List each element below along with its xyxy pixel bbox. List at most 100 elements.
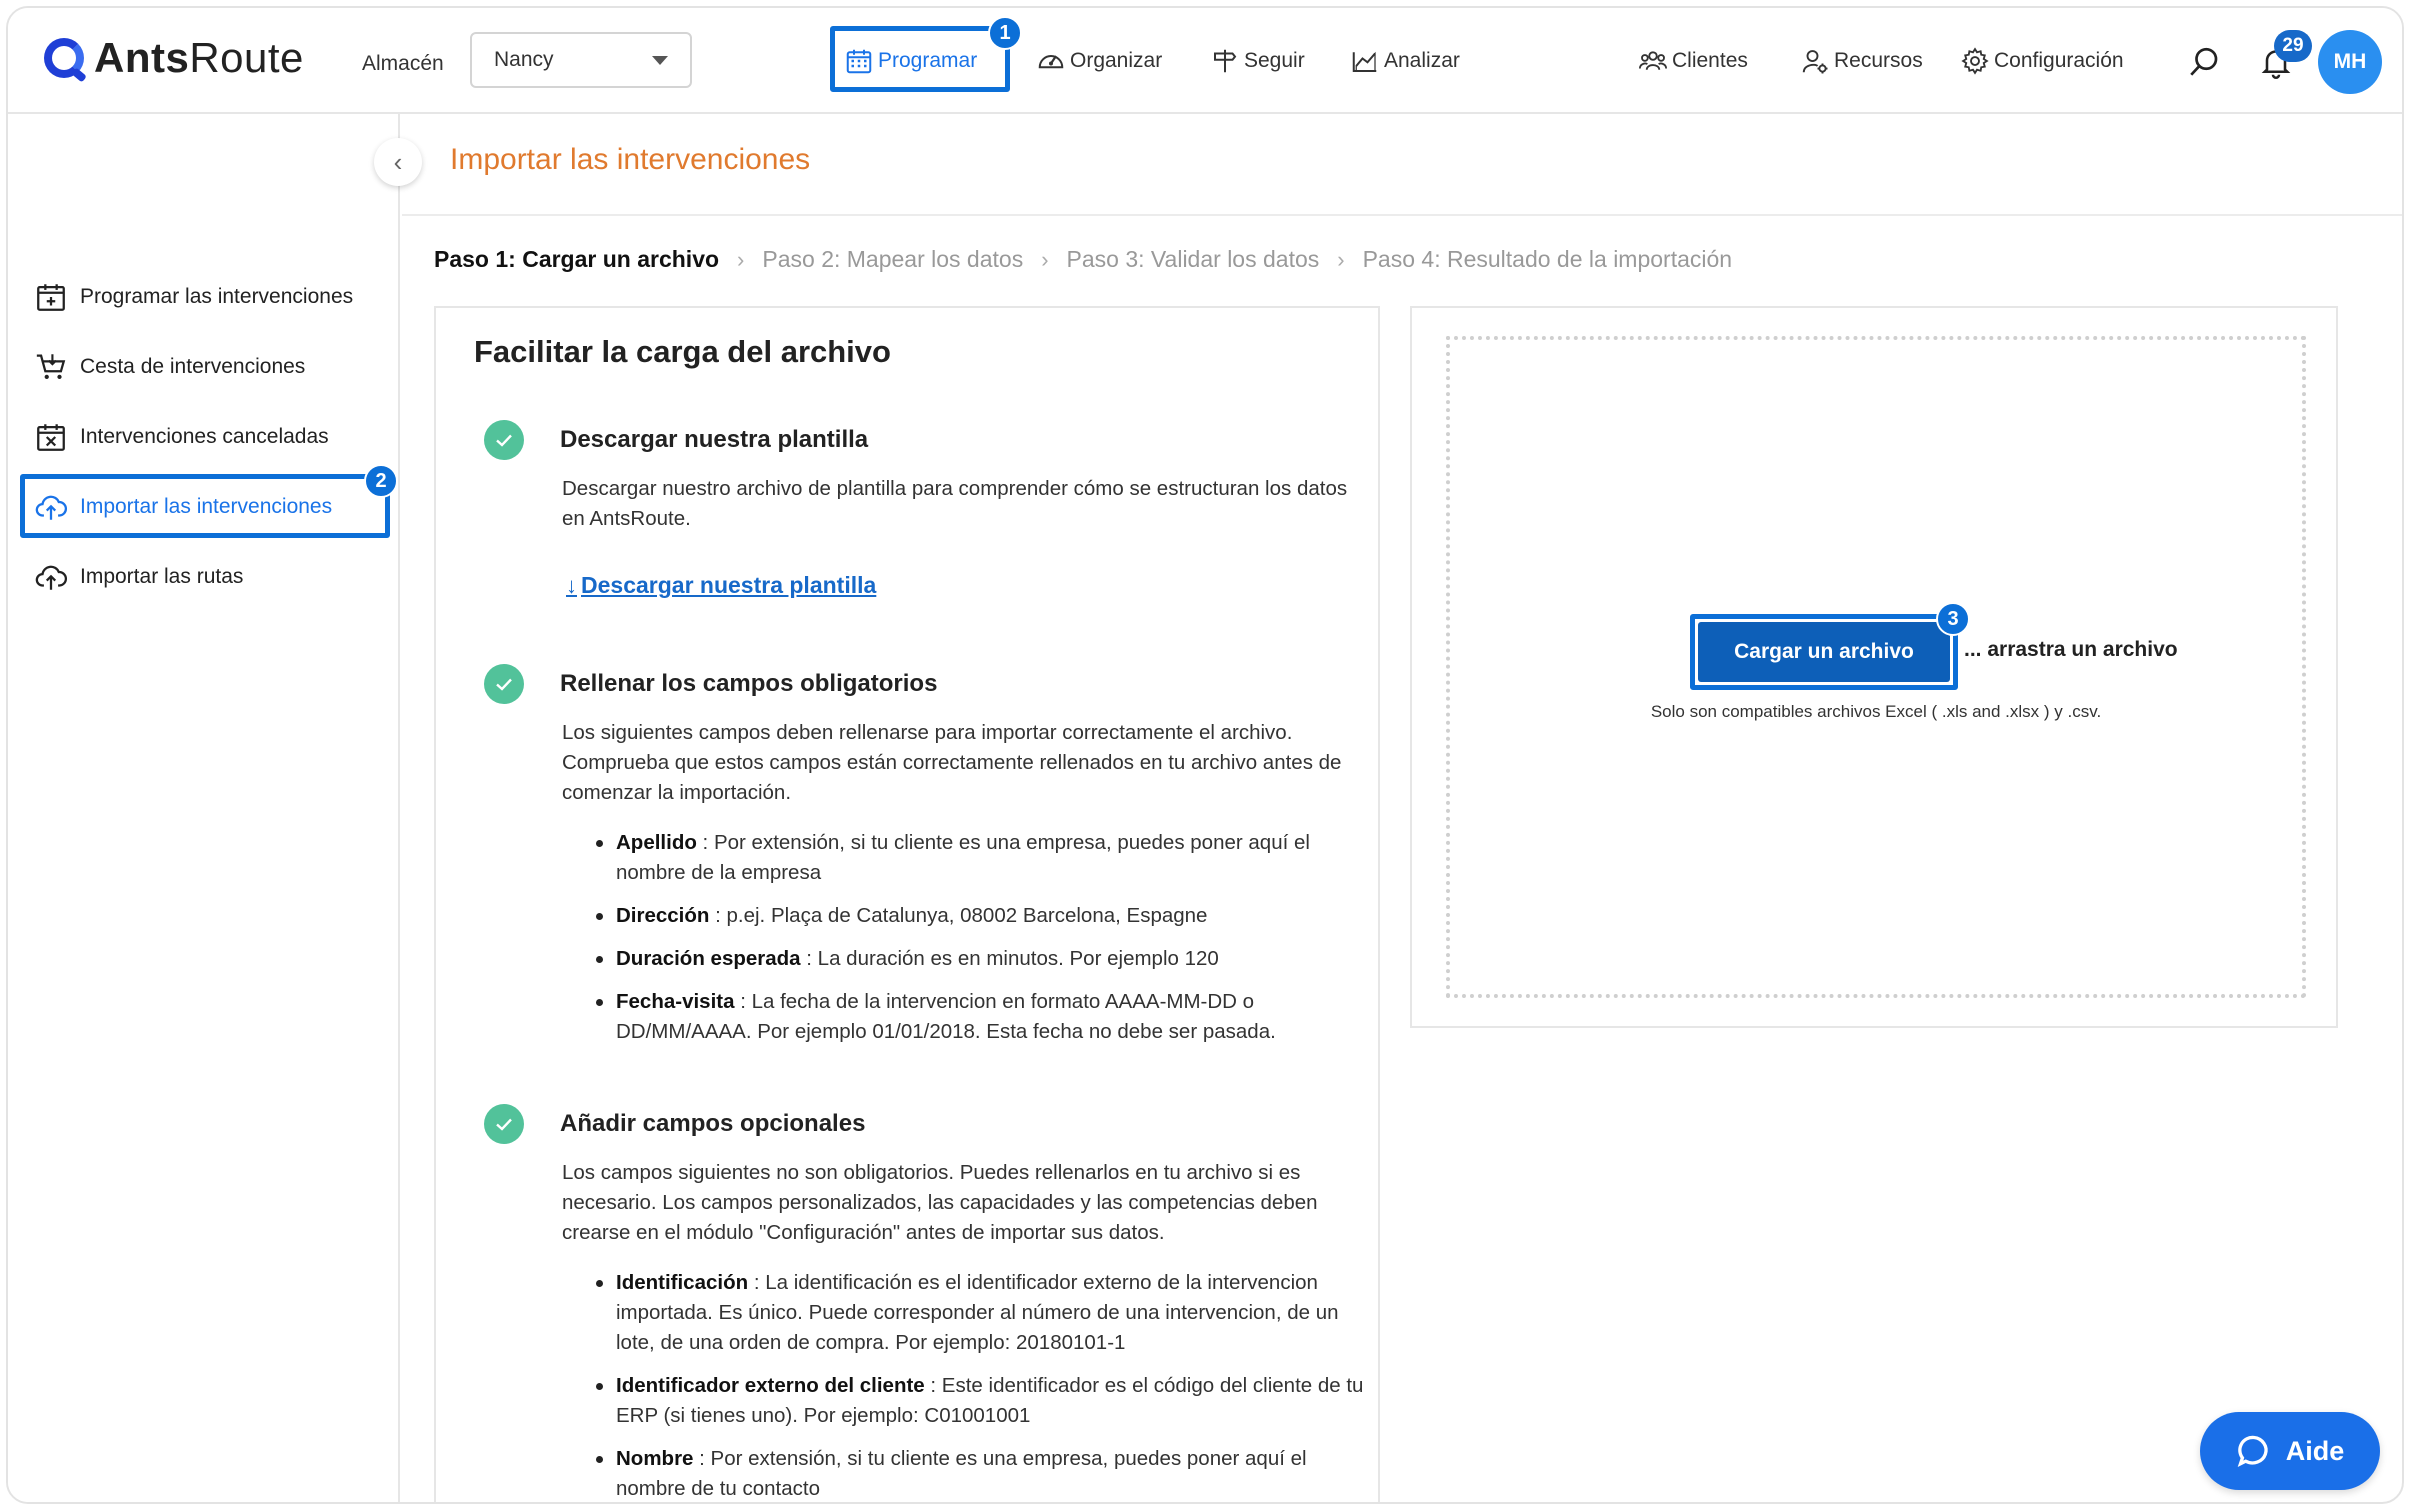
chevron-down-icon: [652, 55, 668, 65]
list-item: Identificación : La identificación es el…: [596, 1268, 1371, 1358]
speedometer-icon: [1038, 55, 1064, 69]
field-desc: : La duración es en minutos. Por ejemplo…: [800, 947, 1219, 970]
sidebar-item-label: Importar las intervenciones: [80, 495, 333, 518]
import-steps-breadcrumb: Paso 1: Cargar un archivo › Paso 2: Mape…: [434, 246, 1732, 273]
nav-seguir[interactable]: Seguir: [1210, 38, 1305, 84]
step-4: Paso 4: Resultado de la importación: [1362, 246, 1733, 272]
field-name: Dirección: [616, 904, 710, 927]
analytics-chart-icon: [1352, 51, 1377, 72]
user-settings-icon: [1802, 50, 1828, 74]
nav-programar[interactable]: Programar: [844, 38, 977, 84]
guide-heading: Facilitar la carga del archivo: [474, 334, 891, 369]
cloud-upload-icon: [35, 495, 68, 520]
step-1: Paso 1: Cargar un archivo: [434, 246, 720, 272]
annotation-badge-3: 3: [1936, 602, 1970, 636]
upload-button-highlight: [1690, 614, 1958, 690]
app-window: AntsRoute Almacén Nancy 1 Programar Orga…: [6, 6, 2404, 1504]
step-2: Paso 2: Mapear los datos: [762, 246, 1024, 272]
sidebar-item-importar-intervenciones[interactable]: Importar las intervenciones: [34, 482, 332, 532]
section-title: Añadir campos opcionales: [560, 1110, 866, 1137]
page-title: Importar las intervenciones: [450, 143, 811, 176]
chevron-left-icon: ‹: [393, 146, 403, 177]
compatible-formats-note: Solo son compatibles archivos Excel ( .x…: [1650, 702, 2102, 721]
signpost-icon: [1214, 49, 1237, 73]
section-required-fields: Rellenar los campos obligatorios Los sig…: [484, 664, 1354, 1084]
nav-recursos[interactable]: Recursos: [1800, 38, 1923, 84]
section-text: Descargar nuestro archivo de plantilla p…: [562, 477, 1348, 530]
field-desc: : p.ej. Plaça de Catalunya, 08002 Barcel…: [709, 904, 1208, 927]
header-divider: [402, 214, 2402, 216]
sidebar-item-canceladas[interactable]: Intervenciones canceladas: [34, 412, 329, 462]
list-item: Dirección : p.ej. Plaça de Catalunya, 08…: [596, 901, 1371, 931]
field-desc: : Por extensión, si tu cliente es una em…: [616, 831, 1310, 884]
annotation-badge-2: 2: [364, 464, 398, 498]
sidebar-item-programar-intervenciones[interactable]: Programar las intervenciones: [34, 272, 353, 322]
list-item: Apellido : Por extensión, si tu cliente …: [596, 828, 1371, 888]
check-icon: [484, 1104, 524, 1144]
nav-configuracion-label: Configuración: [1994, 49, 2124, 72]
field-name: Identificación: [616, 1271, 749, 1294]
field-name: Apellido: [616, 831, 697, 854]
optional-fields-list: Identificación : La identificación es el…: [596, 1268, 1371, 1502]
help-button-label: Aide: [2285, 1435, 2345, 1466]
chevron-right-icon: ›: [1337, 246, 1345, 272]
section-download-template: Descargar nuestra plantilla Descargar nu…: [484, 420, 1354, 620]
upload-guide-panel[interactable]: Facilitar la carga del archivo Descargar…: [434, 306, 1380, 1502]
section-text: Los campos siguientes no son obligatorio…: [562, 1161, 1318, 1244]
drag-file-text: ... arrastra un archivo: [1964, 638, 2178, 661]
nav-organizar[interactable]: Organizar: [1036, 38, 1162, 84]
nav-seguir-label: Seguir: [1244, 49, 1305, 72]
cloud-upload-icon: [35, 565, 68, 590]
calendar-cancel-icon: [37, 424, 65, 451]
field-name: Identificador externo del cliente: [616, 1374, 925, 1397]
user-avatar[interactable]: MH: [2318, 30, 2382, 94]
nav-programar-label: Programar: [878, 49, 978, 72]
step-3: Paso 3: Validar los datos: [1066, 246, 1320, 272]
help-button[interactable]: Aide: [2200, 1412, 2380, 1490]
search-icon[interactable]: [2186, 44, 2222, 80]
logo-icon: [44, 38, 84, 78]
section-title: Descargar nuestra plantilla: [560, 426, 869, 453]
download-template-link[interactable]: ↓ Descargar nuestra plantilla: [566, 572, 876, 599]
chat-bubble-icon: [2237, 1435, 2268, 1467]
nav-analizar-label: Analizar: [1384, 49, 1460, 72]
field-desc: : Por extensión, si tu cliente es una em…: [616, 1447, 1307, 1500]
download-template-link-label: Descargar nuestra plantilla: [581, 572, 877, 598]
nav-clientes-label: Clientes: [1672, 49, 1748, 72]
users-group-icon: [1638, 51, 1668, 70]
notification-badge: 29: [2274, 30, 2312, 62]
sidebar-item-label: Cesta de intervenciones: [80, 355, 306, 378]
field-name: Duración esperada: [616, 947, 801, 970]
file-dropzone[interactable]: Cargar un archivo 3 ... arrastra un arch…: [1446, 336, 2306, 998]
annotation-badge-1: 1: [988, 16, 1022, 50]
logo-name-rest: Route: [189, 34, 304, 81]
warehouse-value: Nancy: [494, 48, 554, 71]
basket-icon: [36, 354, 66, 380]
required-fields-list: Apellido : Por extensión, si tu cliente …: [596, 828, 1371, 1060]
warehouse-select[interactable]: Nancy: [470, 32, 692, 88]
field-name: Nombre: [616, 1447, 694, 1470]
list-item: Fecha-visita : La fecha de la intervenci…: [596, 987, 1371, 1047]
calendar-icon: [846, 49, 872, 74]
download-arrow-icon: ↓: [566, 572, 577, 598]
nav-organizar-label: Organizar: [1070, 49, 1163, 72]
nav-configuracion[interactable]: Configuración: [1960, 38, 2124, 84]
section-optional-fields: Añadir campos opcionales Los campos sigu…: [484, 1104, 1363, 1502]
list-item: Nombre : Por extensión, si tu cliente es…: [596, 1444, 1371, 1502]
field-name: Fecha-visita: [616, 990, 735, 1013]
upload-panel: Cargar un archivo 3 ... arrastra un arch…: [1410, 306, 2338, 1028]
section-text: Los siguientes campos deben rellenarse p…: [562, 721, 1342, 804]
check-icon: [484, 420, 524, 460]
nav-analizar[interactable]: Analizar: [1350, 38, 1460, 84]
top-navigation-bar: AntsRoute Almacén Nancy 1 Programar Orga…: [8, 8, 2402, 114]
sidebar-item-cesta[interactable]: Cesta de intervenciones: [34, 342, 305, 392]
sidebar-item-importar-rutas[interactable]: Importar las rutas: [34, 552, 243, 602]
antsroute-logo[interactable]: AntsRoute: [44, 34, 304, 82]
collapse-sidebar-button[interactable]: ‹: [374, 138, 422, 186]
gear-icon: [1961, 47, 1989, 75]
check-icon: [484, 664, 524, 704]
list-item: Identificador externo del cliente : Este…: [596, 1371, 1371, 1431]
calendar-add-icon: [37, 284, 65, 311]
nav-clientes[interactable]: Clientes: [1638, 38, 1748, 84]
chevron-right-icon: ›: [737, 246, 745, 272]
